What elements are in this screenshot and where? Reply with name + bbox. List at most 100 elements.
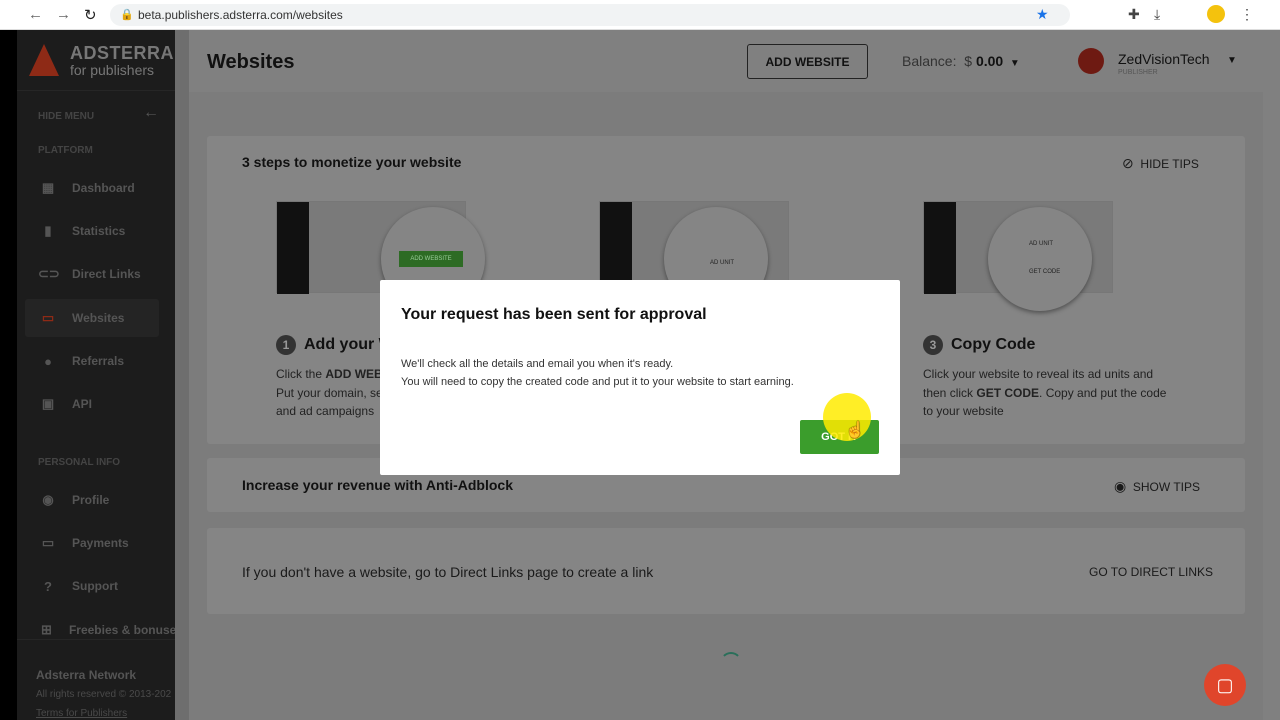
t: to your website [923,404,1004,418]
header: Websites ADD WEBSITE Balance: $ 0.00 ▼ Z… [189,30,1263,92]
menu-kebab-icon[interactable]: ⋮ [1240,6,1254,23]
sidebar-item-payments[interactable]: ▭ Payments [25,524,159,562]
t: . Copy and put the code [1039,385,1167,400]
chat-icon[interactable]: ▢ [1204,664,1246,706]
label: Support [72,579,118,593]
reload-icon[interactable]: ↻ [84,6,97,24]
window-edge [0,30,17,720]
sidebar: ADSTERRA for publishers HIDE MENU ← PLAT… [17,30,183,720]
sidebar-item-statistics[interactable]: ▮ Statistics [25,212,159,250]
hand-cursor-icon: ☝ [845,422,865,439]
direct-links-text: If you don't have a website, go to Direc… [242,564,654,580]
user-name[interactable]: ZedVisionTech [1118,51,1210,67]
lock-icon: 🔒 [120,9,134,21]
loading-spinner [720,652,742,674]
download-icon[interactable]: ⤓ [1154,6,1160,23]
sidebar-item-profile[interactable]: ◉ Profile [25,481,159,519]
logo-text: ADSTERRA [70,43,175,63]
illustration-label: AD UNIT [710,260,734,266]
approval-modal: Your request has been sent for approval … [380,280,900,475]
t: GET CODE [976,385,1040,400]
illustration-label: AD UNIT [1029,241,1053,247]
sidebar-item-direct-links[interactable]: ⊂⊃ Direct Links [25,255,159,293]
label: Referrals [72,354,125,368]
people-icon: ● [44,353,52,369]
section-personal-info: PERSONAL INFO [38,457,121,468]
url-text: beta.publishers.adsterra.com/websites [138,8,343,22]
sidebar-item-referrals[interactable]: ● Referrals [25,342,159,380]
t: then click [923,385,977,400]
modal-text-line1: We'll check all the details and email yo… [401,358,674,370]
label: Freebies & bonuses [68,623,183,637]
sidebar-item-api[interactable]: ▣ API [25,385,159,423]
terminal-icon: ▣ [41,396,55,411]
balance-value: 0.00 [975,53,1004,69]
illustration-button: ADD WEBSITE [399,251,463,267]
label: Payments [72,536,129,550]
step-number: 3 [923,335,943,355]
monitor-icon: ▭ [41,310,55,325]
bookmark-star-icon[interactable]: ★ [1036,6,1049,23]
step3-desc: Click your website to reveal its ad unit… [923,365,1203,421]
card-icon: ▭ [41,535,55,550]
t: Click the [276,367,326,381]
link-icon: ⊂⊃ [38,266,60,281]
page-title: Websites [207,51,295,73]
back-icon[interactable]: ← [28,6,43,23]
eye-off-icon: ⊘ [1122,155,1134,171]
label: Dashboard [72,181,135,195]
t: Click your website to reveal its ad unit… [923,367,1154,381]
footer-title: Adsterra Network [36,668,137,682]
browser-toolbar: ← → ↻ 🔒 beta.publishers.adsterra.com/webs… [0,0,1280,30]
page-scrollbar[interactable] [1263,30,1280,720]
label: HIDE TIPS [1140,157,1199,171]
tips-title: 3 steps to monetize your website [242,154,462,170]
step3-illustration: AD UNIT GET CODE [923,201,1113,311]
hide-tips-button[interactable]: ⊘ HIDE TIPS [1122,155,1199,172]
section-platform: PLATFORM [38,145,93,156]
user-role: PUBLISHER [1118,69,1158,76]
terms-link[interactable]: Terms for Publishers [36,708,127,719]
sidebar-item-websites[interactable]: ▭ Websites [25,299,159,337]
caret-down-icon: ▼ [1007,58,1020,69]
add-website-button[interactable]: ADD WEBSITE [747,44,868,79]
balance-label: Balance: [902,53,957,69]
modal-title: Your request has been sent for approval [401,306,707,323]
address-bar[interactable]: 🔒 beta.publishers.adsterra.com/websites [110,4,1070,26]
sidebar-item-freebies[interactable]: ⊞ Freebies & bonuses [25,611,183,649]
logo-subtext: for publishers [70,62,155,78]
divider [17,90,175,91]
label: Direct Links [72,267,141,281]
antiadblock-title: Increase your revenue with Anti-Adblock [242,477,513,493]
extensions-icon[interactable]: ✚ [1128,6,1140,23]
step-number: 1 [276,335,296,355]
modal-text-line2: You will need to copy the created code a… [401,376,794,388]
label: Websites [72,311,125,325]
label: API [72,397,93,411]
currency: $ [964,53,973,69]
caret-down-icon[interactable]: ▼ [1227,55,1237,66]
sidebar-scrollbar[interactable] [175,30,189,720]
illustration-label: GET CODE [1029,269,1061,275]
gift-icon: ⊞ [41,622,52,637]
avatar[interactable] [1078,48,1104,74]
bar-chart-icon: ▮ [44,223,52,238]
label: Copy Code [951,336,1036,353]
hide-menu-button[interactable]: HIDE MENU [38,111,94,122]
sidebar-item-support[interactable]: ? Support [25,567,159,605]
user-circle-icon: ◉ [42,492,54,507]
show-tips-button[interactable]: ◉ SHOW TIPS [1114,478,1200,495]
arrow-left-icon[interactable]: ← [143,104,159,122]
go-to-direct-links-button[interactable]: GO TO DIRECT LINKS [1089,565,1213,579]
profile-avatar-icon[interactable] [1207,5,1225,23]
label: Statistics [72,224,126,238]
sidebar-item-dashboard[interactable]: ▦ Dashboard [25,169,159,207]
forward-icon[interactable]: → [56,6,71,23]
adsterra-logo-icon [29,44,59,76]
footer-rights: All rights reserved © 2013-202 [36,689,172,700]
help-icon: ? [44,578,52,594]
direct-links-card: If you don't have a website, go to Direc… [207,528,1245,614]
step1-title: 1 Add your W [276,335,394,355]
eye-icon: ◉ [1114,478,1127,494]
balance-dropdown[interactable]: Balance: $ 0.00 ▼ [902,53,1020,69]
